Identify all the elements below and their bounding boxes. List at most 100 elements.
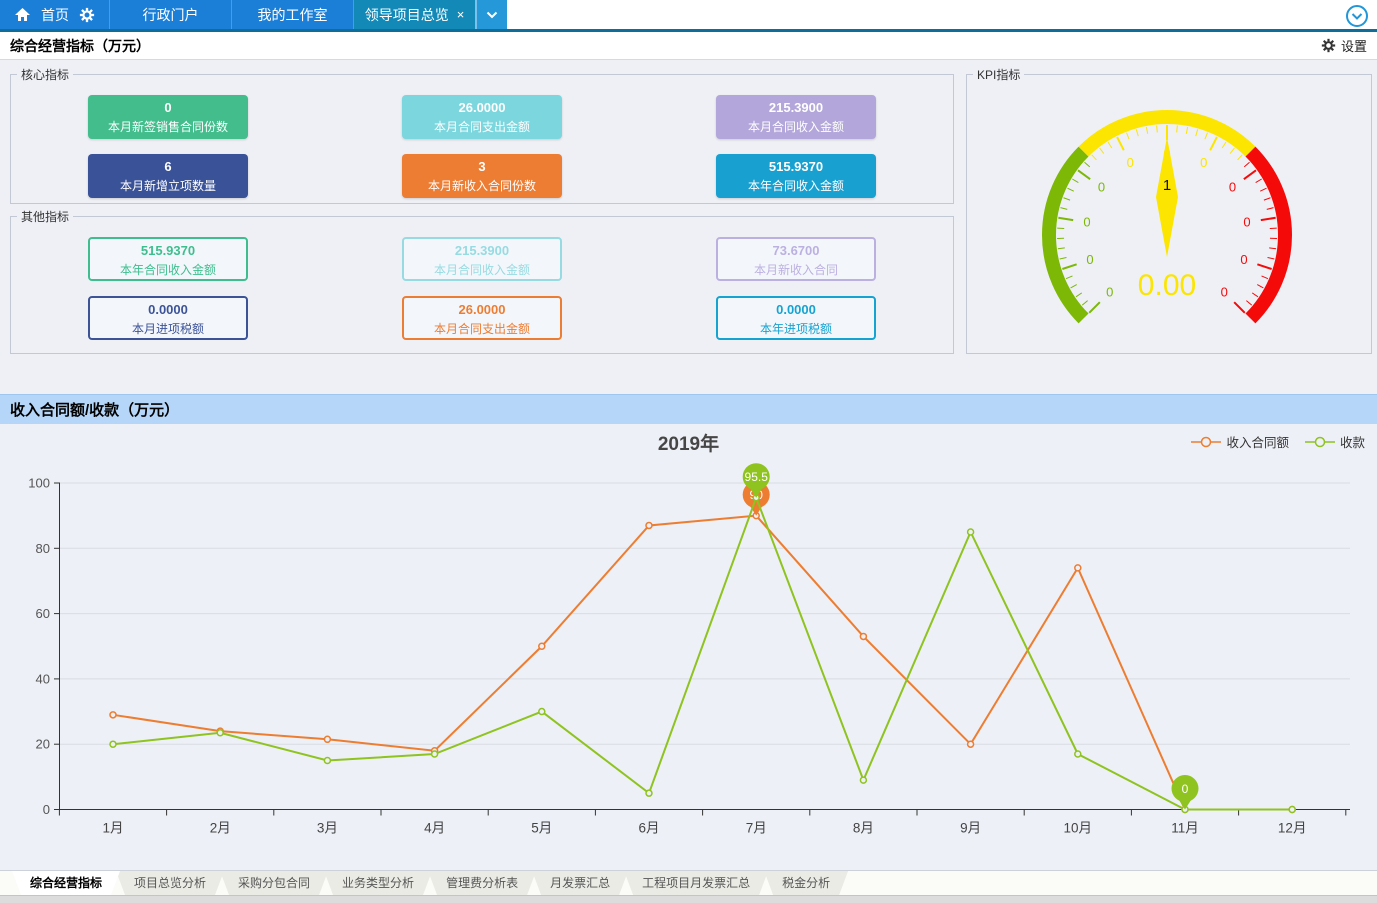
indicators-region: 核心指标 0本月新签销售合同份数26.0000本月合同支出金额215.3900本…	[0, 60, 1377, 356]
svg-text:0: 0	[1098, 179, 1105, 194]
card-label: 本月合同支出金额	[404, 320, 560, 337]
indicator-card: 0本月新签销售合同份数	[88, 95, 248, 139]
card-value: 73.6700	[718, 243, 874, 258]
bottom-tab-1[interactable]: 综合经营指标	[12, 871, 120, 895]
nav-tab-3[interactable]: 领导项目总览 ×	[353, 0, 475, 29]
svg-text:1月: 1月	[102, 821, 123, 836]
card-label: 本月新收入合同份数	[402, 177, 562, 194]
card-label: 本月进项税额	[90, 320, 246, 337]
svg-text:100: 100	[28, 476, 50, 491]
chart-area: 2019年 收入合同额收款 0204060801001月2月3月4月5月6月7月…	[0, 424, 1377, 870]
card-label: 本年合同收入金额	[716, 177, 876, 194]
card-label: 本月新签销售合同份数	[88, 118, 248, 135]
bottom-tab-6[interactable]: 月发票汇总	[532, 871, 628, 895]
card-label: 本月合同收入金额	[716, 118, 876, 135]
kpi-panel-title: KPI指标	[973, 66, 1024, 83]
svg-text:0: 0	[1086, 252, 1093, 267]
svg-text:5月: 5月	[531, 821, 552, 836]
card-label: 本年进项税额	[718, 320, 874, 337]
bottom-tab-2[interactable]: 项目总览分析	[116, 871, 224, 895]
svg-text:0: 0	[1200, 155, 1207, 170]
bottom-tab-4[interactable]: 业务类型分析	[324, 871, 432, 895]
indicator-card: 515.9370 本年合同收入金额	[88, 237, 248, 281]
card-value: 0.0000	[90, 302, 246, 317]
other-indicators-panel: 其他指标 515.9370 本年合同收入金额 215.3900 本月合同收入金额 73.…	[10, 208, 954, 354]
svg-text:0: 0	[1221, 284, 1228, 299]
card-value: 515.9370	[716, 159, 876, 174]
other-panel-title: 其他指标	[17, 208, 73, 225]
chart-section-title: 收入合同额/收款（万元）	[10, 399, 179, 420]
card-value: 215.3900	[716, 100, 876, 115]
page-title: 综合经营指标（万元）	[10, 36, 150, 56]
settings-gear-icon	[1321, 38, 1336, 53]
svg-text:0: 0	[1240, 252, 1247, 267]
indicator-card: 0.0000本年进项税额	[716, 296, 876, 340]
card-value: 215.3900	[404, 243, 560, 258]
svg-text:0: 0	[1127, 155, 1134, 170]
svg-text:1: 1	[1163, 177, 1171, 194]
gauge-needle	[1156, 137, 1178, 257]
gauge-value: 0.00	[1138, 269, 1196, 302]
svg-text:9月: 9月	[960, 821, 981, 836]
section-header: 综合经营指标（万元） 设置	[0, 32, 1377, 60]
nav-tab-1[interactable]: 行政门户	[109, 0, 231, 29]
svg-text:11月: 11月	[1171, 821, 1199, 836]
tab-close-icon[interactable]: ×	[457, 7, 465, 22]
home-icon	[14, 7, 31, 22]
svg-text:80: 80	[36, 541, 50, 556]
bottom-tab-5[interactable]: 管理费分析表	[428, 871, 536, 895]
kpi-gauge: 0000000000010.00	[967, 83, 1367, 345]
bottom-tab-3[interactable]: 采购分包合同	[220, 871, 328, 895]
collapse-nav-button[interactable]	[1345, 4, 1369, 33]
card-label: 本月合同收入金额	[404, 261, 560, 278]
indicator-card: 6 本月新增立项数量	[88, 154, 248, 198]
card-label: 本月新收入合同	[718, 261, 874, 278]
settings-label: 设置	[1341, 36, 1367, 55]
line-chart: 0204060801001月2月3月4月5月6月7月8月9月10月11月12月9…	[0, 424, 1377, 870]
circle-chevron-down-icon	[1345, 4, 1369, 28]
bottom-scrollbar[interactable]	[0, 895, 1377, 903]
card-label: 本月合同支出金额	[402, 118, 562, 135]
top-nav-bar: 首页 行政门户 我的工作室 领导项目总览 ×	[0, 0, 1377, 32]
settings-button[interactable]: 设置	[1321, 36, 1367, 55]
card-value: 26.0000	[404, 302, 560, 317]
chart-section-header: 收入合同额/收款（万元）	[0, 394, 1377, 424]
indicator-card: 0.0000 本月进项税额	[88, 296, 248, 340]
card-value: 6	[88, 159, 248, 174]
svg-text:2月: 2月	[210, 821, 231, 836]
nav-gear-icon[interactable]	[79, 7, 95, 23]
svg-text:0: 0	[1243, 214, 1250, 229]
chevron-down-icon	[485, 9, 499, 21]
tab-list-dropdown-button[interactable]	[475, 0, 507, 29]
bottom-tab-strip: 综合经营指标项目总览分析采购分包合同业务类型分析管理费分析表月发票汇总工程项目月…	[0, 870, 1377, 895]
svg-text:3月: 3月	[317, 821, 338, 836]
svg-text:0: 0	[1182, 782, 1189, 796]
home-button[interactable]: 首页	[0, 0, 109, 29]
svg-text:12月: 12月	[1278, 821, 1307, 836]
indicator-card: 215.3900 本月合同收入金额	[716, 95, 876, 139]
nav-tabs: 行政门户 我的工作室 领导项目总览 ×	[109, 0, 475, 29]
card-label: 本年合同收入金额	[90, 261, 246, 278]
svg-text:0: 0	[43, 802, 50, 817]
card-value: 515.9370	[90, 243, 246, 258]
bottom-tab-7[interactable]: 工程项目月发票汇总	[624, 871, 768, 895]
svg-text:6月: 6月	[638, 821, 659, 836]
home-label: 首页	[41, 5, 69, 25]
svg-text:0: 0	[1229, 179, 1236, 194]
nav-tab-label: 我的工作室	[258, 5, 328, 25]
core-indicators-panel: 核心指标 0本月新签销售合同份数26.0000本月合同支出金额215.3900本…	[10, 66, 954, 204]
card-value: 3	[402, 159, 562, 174]
svg-text:7月: 7月	[746, 821, 767, 836]
svg-text:10月: 10月	[1064, 821, 1093, 836]
svg-text:8月: 8月	[853, 821, 874, 836]
nav-tab-strip: 首页 行政门户 我的工作室 领导项目总览 ×	[0, 0, 507, 29]
svg-text:4月: 4月	[424, 821, 445, 836]
bottom-tab-8[interactable]: 税金分析	[764, 871, 848, 895]
nav-tab-label: 领导项目总览	[365, 5, 449, 25]
svg-text:0: 0	[1106, 284, 1113, 299]
indicator-card: 73.6700 本月新收入合同	[716, 237, 876, 281]
card-label: 本月新增立项数量	[88, 177, 248, 194]
core-panel-title: 核心指标	[17, 66, 73, 83]
nav-tab-2[interactable]: 我的工作室	[231, 0, 353, 29]
svg-text:40: 40	[36, 671, 50, 686]
